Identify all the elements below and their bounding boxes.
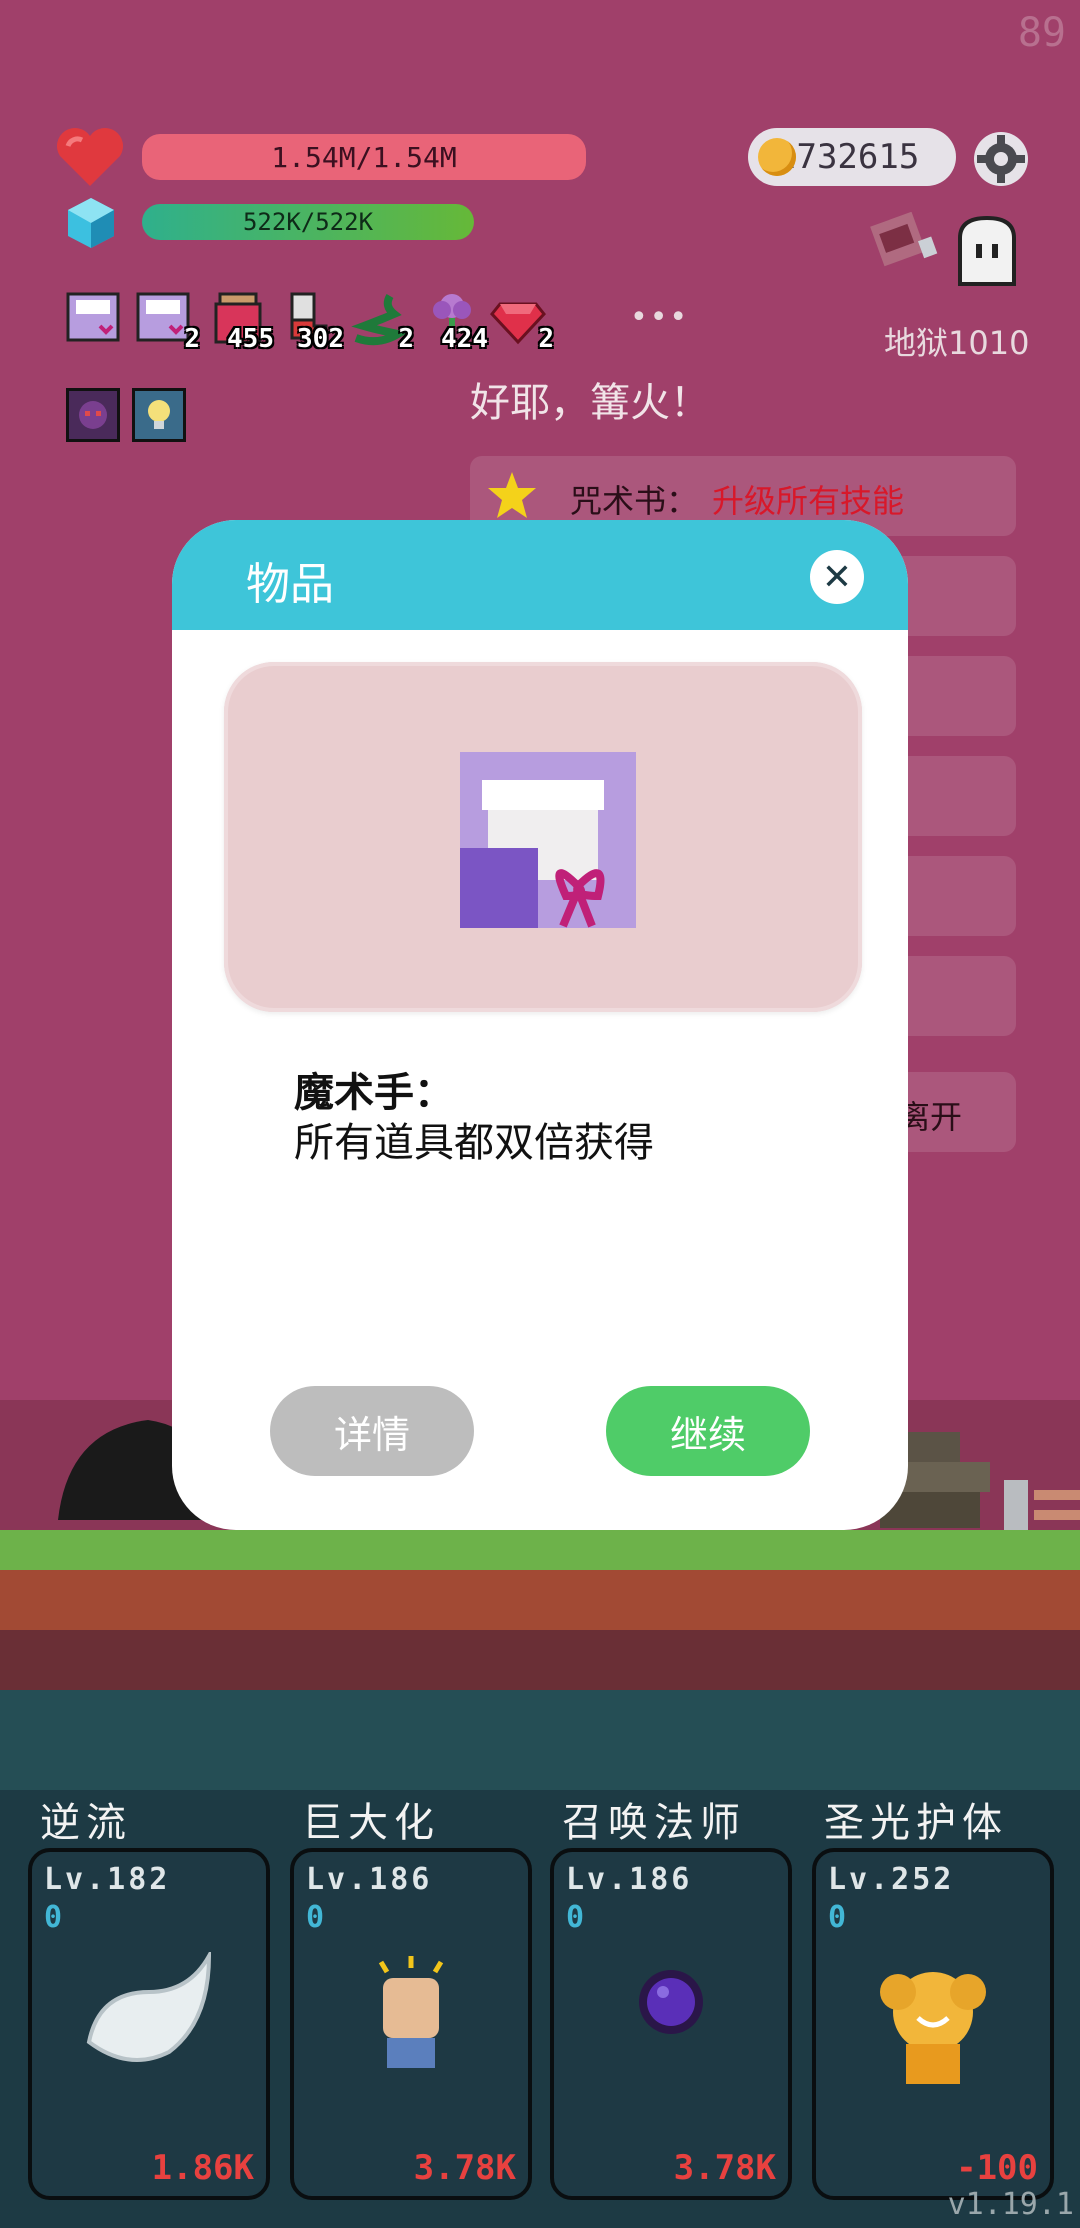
inventory-item[interactable]: 424 — [424, 290, 488, 354]
hp-text: 1.54M/1.54M — [271, 140, 457, 174]
inventory-item[interactable]: 2 — [136, 290, 200, 354]
inventory-count: 302 — [297, 324, 344, 354]
settings-gear-icon[interactable] — [972, 130, 1030, 188]
location-label: 地狱1010 — [884, 324, 1030, 362]
skill-count: 0 — [44, 1900, 63, 1935]
gold-counter: 2732615 — [748, 128, 956, 186]
inventory-count: 2 — [184, 324, 200, 354]
more-items-button[interactable]: ••• — [630, 300, 689, 335]
inventory-count: 424 — [441, 324, 488, 354]
quest-label: 咒术书： — [570, 482, 699, 520]
inventory-item[interactable] — [66, 290, 122, 346]
close-icon: ✕ — [821, 556, 853, 598]
version-label: v1.19.1 — [947, 2187, 1074, 2222]
fence — [1004, 1480, 1080, 1530]
wing-icon — [32, 1952, 266, 2072]
item-dialog: 物品 ✕ 魔术手： 所有道具都双倍获得 详情 继续 — [172, 520, 908, 1530]
heart-icon — [54, 126, 126, 188]
details-button[interactable]: 详情 — [270, 1386, 474, 1476]
inventory-item[interactable]: 2 — [350, 290, 414, 354]
star-icon — [486, 470, 538, 520]
angel-icon — [816, 1952, 1050, 2092]
hp-bar: 1.54M/1.54M — [142, 134, 586, 180]
mana-bar: 522K/522K — [142, 204, 474, 240]
event-message: 好耶，篝火！ — [470, 380, 710, 426]
magic-hand-scroll-icon — [448, 746, 648, 946]
water-strip — [0, 1690, 1080, 1790]
inventory-item[interactable]: 302 — [280, 290, 344, 354]
dialog-header: 物品 ✕ — [172, 520, 908, 630]
skill-level: Lv.186 — [566, 1862, 693, 1897]
skill-count: 0 — [306, 1900, 325, 1935]
ground-deep-dirt — [0, 1630, 1080, 1690]
close-button[interactable]: ✕ — [810, 550, 864, 604]
dialog-title: 物品 — [246, 559, 334, 610]
lightbulb-buff-icon — [132, 388, 186, 442]
mana-text: 522K/522K — [242, 208, 374, 236]
gold-amount: 2732615 — [776, 137, 920, 177]
ground-grass — [0, 1530, 1080, 1570]
inventory-count: 2 — [538, 324, 554, 354]
inventory-item[interactable]: 455 — [210, 290, 274, 354]
skill-name: 圣光护体 — [824, 1800, 1008, 1846]
skill-card[interactable]: Lv.186 0 3.78K — [290, 1848, 532, 2200]
skill-name: 逆流 — [40, 1800, 132, 1846]
map-scroll-icon[interactable] — [868, 211, 940, 274]
skill-card[interactable]: Lv.186 0 3.78K — [550, 1848, 792, 2200]
mana-crystal-icon — [66, 196, 116, 250]
skill-name: 召唤法师 — [562, 1800, 746, 1846]
ghost-icon[interactable] — [952, 214, 1022, 286]
skill-upgrade-cost: 3.78K — [673, 2148, 776, 2188]
item-description: 所有道具都双倍获得 — [294, 1120, 654, 1166]
fps-counter: 89 — [1017, 10, 1066, 56]
inventory-count: 2 — [398, 324, 414, 354]
skill-level: Lv.186 — [306, 1862, 433, 1897]
continue-button[interactable]: 继续 — [606, 1386, 810, 1476]
item-preview — [224, 662, 862, 1012]
scroll-gift-icon — [66, 290, 122, 350]
fist-icon — [294, 1952, 528, 2082]
skill-count: 0 — [828, 1900, 847, 1935]
skill-card[interactable]: Lv.252 0 -100 — [812, 1848, 1054, 2200]
skill-count: 0 — [566, 1900, 585, 1935]
demon-buff-icon — [66, 388, 120, 442]
ground-dirt — [0, 1570, 1080, 1630]
skill-level: Lv.182 — [44, 1862, 171, 1897]
skill-card[interactable]: Lv.182 0 1.86K — [28, 1848, 270, 2200]
skill-upgrade-cost: 1.86K — [151, 2148, 254, 2188]
inventory-item[interactable]: 2 — [490, 290, 554, 354]
skill-upgrade-cost: -100 — [956, 2148, 1038, 2188]
orb-icon — [554, 1952, 788, 2052]
skill-upgrade-cost: 3.78K — [413, 2148, 516, 2188]
skill-level: Lv.252 — [828, 1862, 955, 1897]
skill-name: 巨大化 — [302, 1800, 440, 1846]
quest-value: 升级所有技能 — [712, 482, 905, 520]
coin-icon — [758, 138, 796, 176]
inventory-count: 455 — [227, 324, 274, 354]
